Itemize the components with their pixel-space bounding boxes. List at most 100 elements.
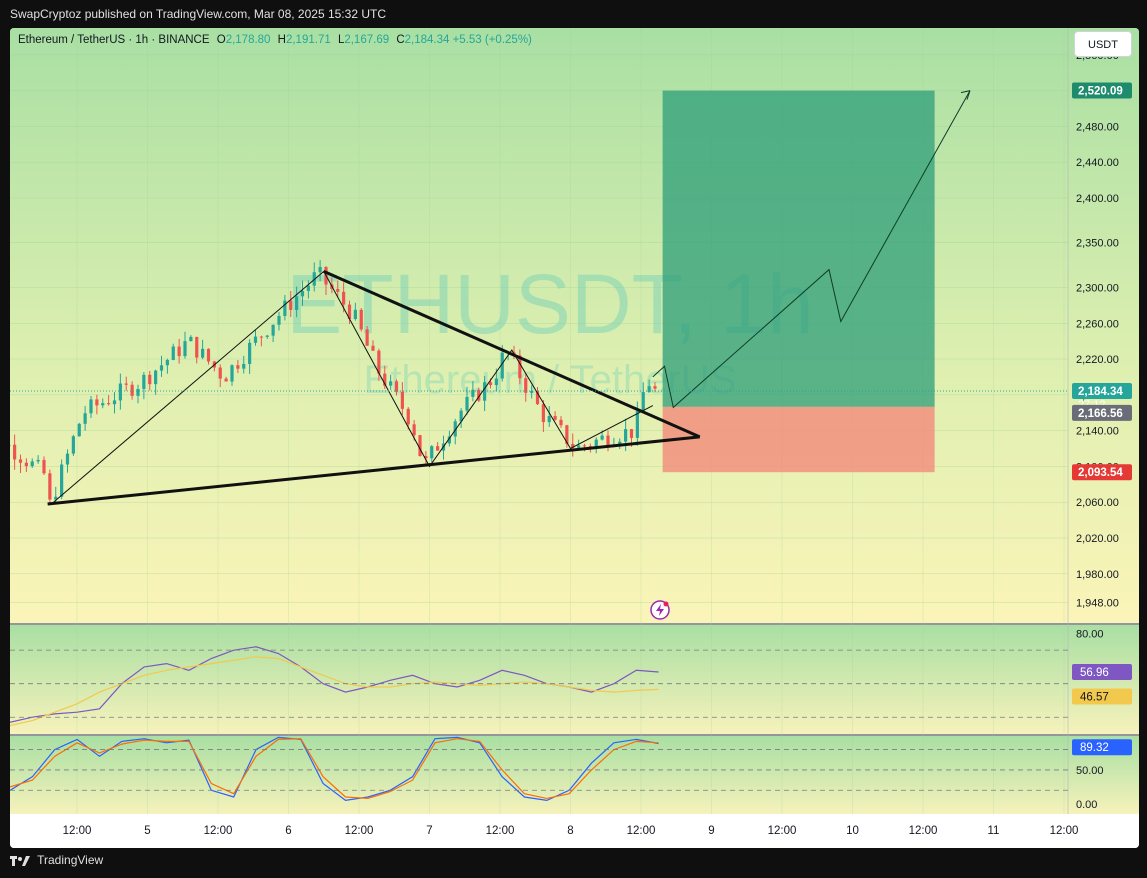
- stop-price-badge: 2,093.54: [1078, 467, 1123, 479]
- price-tick-label: 2,060.00: [1076, 497, 1119, 509]
- candle-body: [394, 381, 399, 392]
- candle-body: [436, 446, 440, 451]
- candle-body: [289, 300, 293, 310]
- price-tick-label: 2,400.00: [1076, 193, 1119, 205]
- candle-body: [89, 399, 93, 414]
- time-tick-label: 12:00: [204, 825, 233, 837]
- footer-brand: TradingView: [37, 853, 104, 867]
- time-tick-label: 12:00: [768, 825, 797, 837]
- candle-body: [95, 399, 99, 406]
- time-axis-background: [10, 814, 1139, 848]
- candle-body: [107, 403, 111, 405]
- entry-price-badge: 2,166.56: [1078, 408, 1123, 420]
- time-tick-label: 12:00: [909, 825, 938, 837]
- chart-frame[interactable]: 2,560.002,520.002,480.002,440.002,400.00…: [10, 28, 1139, 848]
- candle-body: [130, 384, 134, 396]
- candle-body: [277, 315, 281, 325]
- candle-body: [242, 363, 246, 369]
- candle-body: [406, 408, 410, 425]
- candle-body: [365, 329, 369, 346]
- candle-body: [253, 336, 258, 343]
- candle-body: [553, 415, 557, 420]
- change-value: +5.53 (+0.25%): [452, 34, 532, 46]
- symbol-label: Ethereum / TetherUS · 1h · BINANCE: [18, 34, 210, 46]
- candle-body: [300, 290, 305, 297]
- publisher-bar: SwapCryptoz published on TradingView.com…: [0, 0, 1147, 28]
- open-value: 2,178.80: [225, 34, 271, 46]
- candle-body: [629, 429, 634, 438]
- rsi-value-badge: 56.96: [1080, 667, 1109, 679]
- time-tick-label: 9: [708, 825, 714, 837]
- candle-body: [77, 423, 81, 437]
- candle-body: [177, 346, 181, 357]
- candle-body: [171, 346, 175, 360]
- price-tick-label: 2,020.00: [1076, 533, 1119, 545]
- candle-body: [400, 391, 404, 409]
- candle-body: [577, 445, 581, 448]
- price-tick-label: 2,260.00: [1076, 318, 1119, 330]
- candle-body: [359, 309, 363, 330]
- candle-body: [412, 424, 416, 436]
- candle-body: [142, 374, 146, 389]
- candle-body: [159, 365, 164, 371]
- candle-body: [336, 288, 340, 292]
- candle-body: [83, 413, 87, 424]
- candle-body: [259, 336, 263, 338]
- lightning-icon-dot: [663, 601, 669, 607]
- price-tick-label: 1,980.00: [1076, 569, 1119, 581]
- candle-body: [183, 341, 187, 357]
- chart-canvas[interactable]: 2,560.002,520.002,480.002,440.002,400.00…: [10, 28, 1139, 848]
- price-tick-label: 2,350.00: [1076, 238, 1119, 250]
- price-tick-label: 2,480.00: [1076, 121, 1119, 133]
- time-tick-label: 12:00: [345, 825, 374, 837]
- candle-body: [547, 415, 551, 423]
- profit-zone: [662, 90, 935, 407]
- candle-body: [201, 348, 205, 358]
- candle-body: [353, 309, 357, 319]
- candle-body: [594, 439, 598, 447]
- price-tick-label: 2,440.00: [1076, 157, 1119, 169]
- candle-body: [42, 459, 46, 474]
- candle-body: [606, 435, 610, 447]
- candle-body: [218, 367, 222, 379]
- candle-body: [465, 396, 469, 411]
- open-label: O: [216, 34, 226, 46]
- candle-body: [36, 459, 40, 462]
- candle-body: [624, 429, 628, 442]
- publisher-text: SwapCryptoz published on TradingView.com…: [10, 7, 386, 21]
- high-label: H: [277, 34, 286, 46]
- ohlc-legend: Ethereum / TetherUS · 1h · BINANCE O2,17…: [18, 34, 532, 46]
- candle-body: [306, 285, 310, 291]
- time-tick-label: 11: [988, 825, 1000, 837]
- candle-body: [283, 300, 287, 316]
- lightning-alert-icon: [650, 600, 670, 620]
- candle-body: [224, 378, 228, 382]
- candle-body: [236, 365, 240, 369]
- price-tick-label: 2,140.00: [1076, 426, 1119, 438]
- candle-body: [230, 365, 234, 382]
- currency-button[interactable]: USDT: [1074, 31, 1132, 57]
- candle-body: [60, 464, 64, 497]
- candle-body: [271, 324, 275, 336]
- candle-body: [641, 392, 645, 411]
- candle-body: [494, 378, 498, 386]
- price-tick-label: 2,300.00: [1076, 282, 1119, 294]
- stoch-value-badge: 89.32: [1080, 742, 1109, 754]
- candle-body: [195, 336, 199, 358]
- time-tick-label: 6: [285, 825, 291, 837]
- loss-zone: [662, 406, 935, 473]
- candle-body: [430, 446, 434, 459]
- candle-body: [389, 381, 393, 386]
- candle-body: [136, 388, 140, 396]
- stoch-tick-label: 50.00: [1076, 765, 1104, 777]
- time-tick-label: 10: [846, 825, 859, 837]
- candle-body: [559, 419, 563, 426]
- candle-body: [148, 374, 152, 385]
- close-value: 2,184.34: [404, 34, 450, 46]
- rsi-ma-value-badge: 46.57: [1080, 691, 1109, 703]
- time-tick-label: 12:00: [1050, 825, 1079, 837]
- close-label: C: [396, 34, 405, 46]
- candle-body: [582, 445, 587, 447]
- candle-body: [112, 400, 117, 405]
- candle-body: [295, 296, 299, 310]
